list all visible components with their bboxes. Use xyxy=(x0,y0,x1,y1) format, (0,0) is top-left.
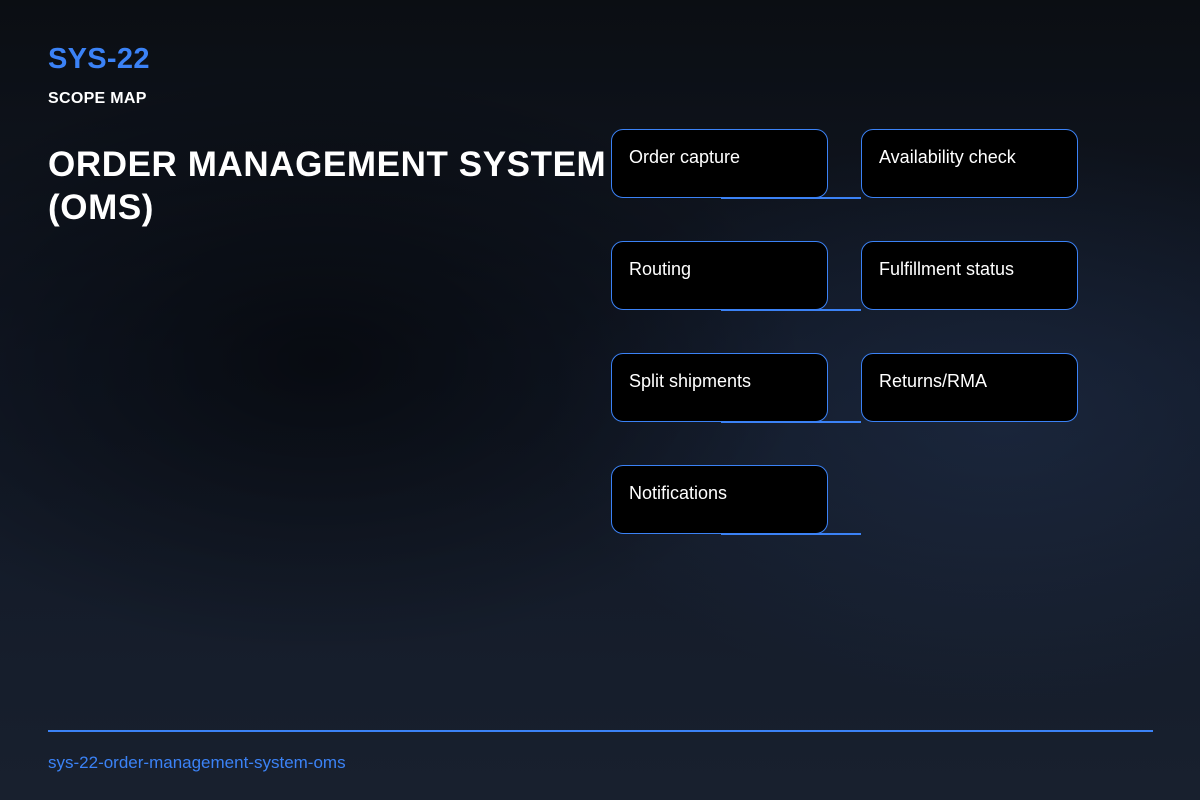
system-code: SYS-22 xyxy=(48,43,150,75)
page-subtitle: SCOPE MAP xyxy=(48,90,147,107)
scope-node-label: Split shipments xyxy=(629,371,752,391)
scope-node-availability-check[interactable]: Availability check xyxy=(861,129,1078,198)
connector-line xyxy=(721,309,861,311)
scope-node-split-shipments[interactable]: Split shipments xyxy=(611,353,828,422)
scope-node-label: Order capture xyxy=(629,147,741,167)
connector-line xyxy=(721,533,861,535)
scope-node-returns-rma[interactable]: Returns/RMA xyxy=(861,353,1078,422)
scope-node-fulfillment-status[interactable]: Fulfillment status xyxy=(861,241,1078,310)
connector-line xyxy=(721,421,861,423)
scope-node-order-capture[interactable]: Order capture xyxy=(611,129,828,198)
footer-divider xyxy=(48,730,1153,732)
scope-node-label: Availability check xyxy=(879,147,1016,167)
scope-node-notifications[interactable]: Notifications xyxy=(611,465,828,534)
footer-slug: sys-22-order-management-system-oms xyxy=(48,753,346,772)
scope-node-label: Returns/RMA xyxy=(879,371,988,391)
scope-node-label: Routing xyxy=(629,259,692,279)
scope-node-label: Fulfillment status xyxy=(879,259,1015,279)
connector-line xyxy=(721,197,861,199)
scope-node-routing[interactable]: Routing xyxy=(611,241,828,310)
page-title: ORDER MANAGEMENT SYSTEM (OMS) xyxy=(48,145,607,227)
scope-node-label: Notifications xyxy=(629,483,728,503)
